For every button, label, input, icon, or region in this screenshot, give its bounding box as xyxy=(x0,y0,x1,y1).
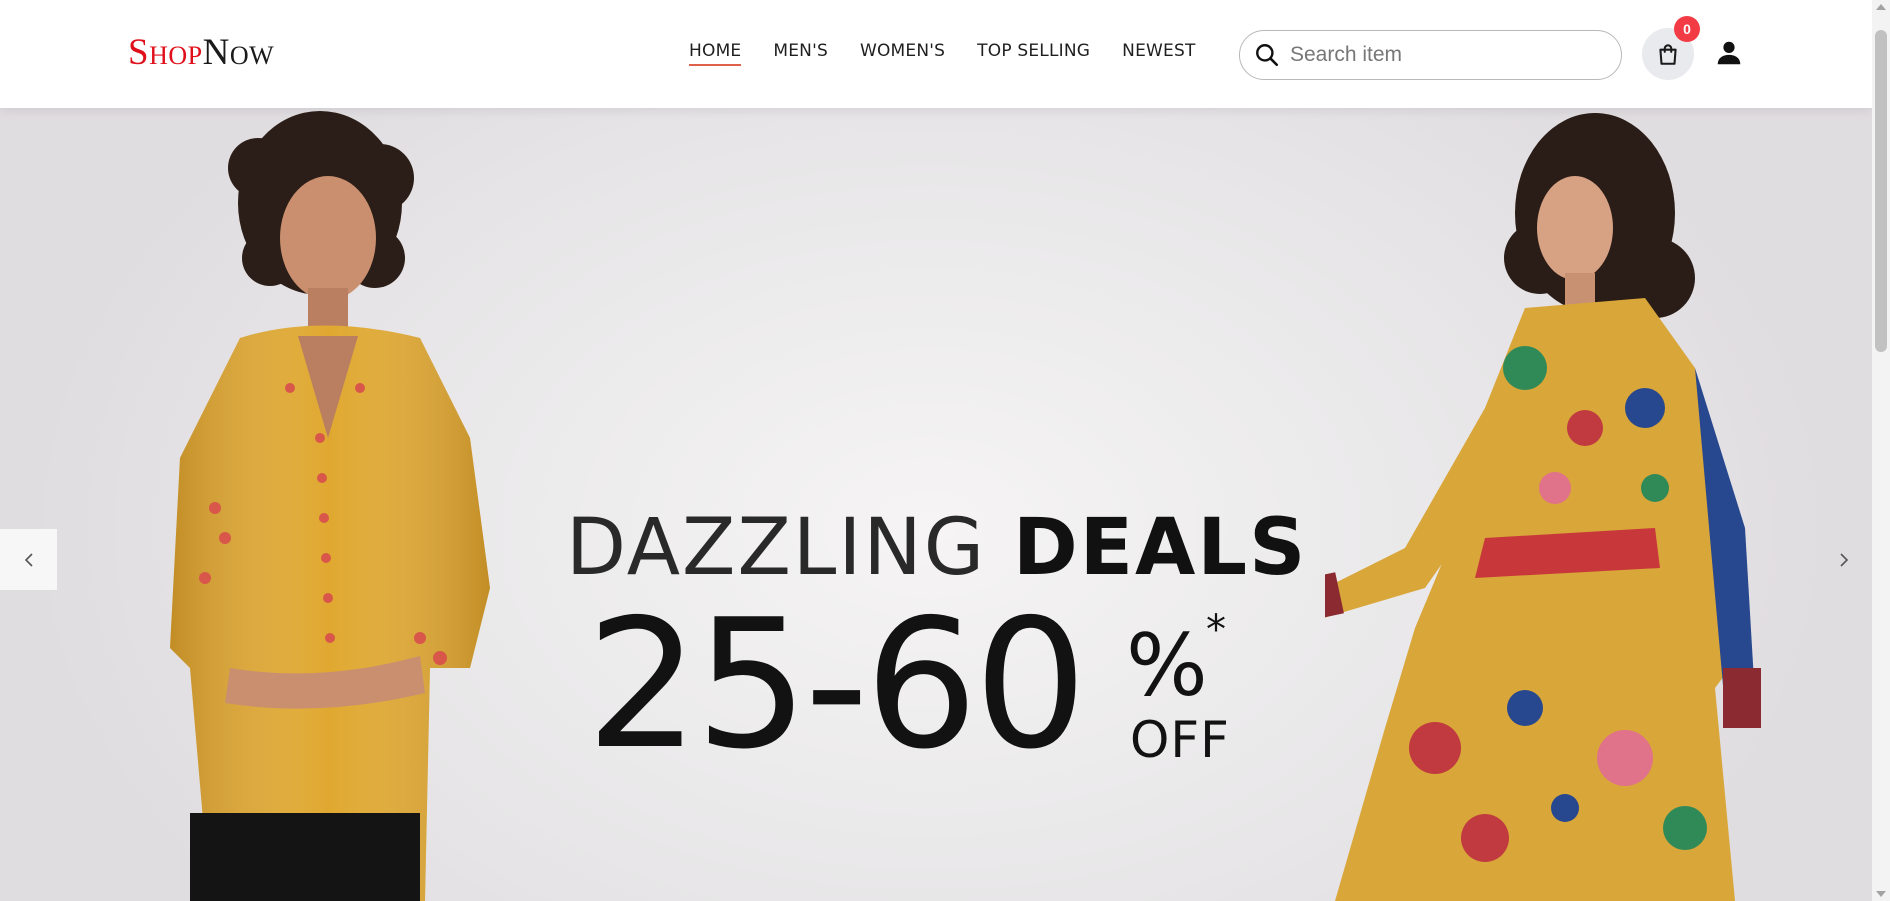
model-right-image xyxy=(1325,113,1761,901)
headline-light: DAZZLING xyxy=(566,503,987,593)
brand-logo-part-b: Now xyxy=(202,32,275,73)
shopping-bag-icon xyxy=(1659,44,1677,65)
nav-item-home[interactable]: HOME xyxy=(689,41,742,66)
brand-logo[interactable]: ShopNow xyxy=(128,30,274,76)
scroll-down-arrow-icon[interactable] xyxy=(1876,891,1886,897)
user-icon[interactable] xyxy=(1714,38,1744,68)
discount-off-label: OFF xyxy=(1130,711,1230,769)
search-icon xyxy=(1256,44,1279,67)
main-nav: HOME MEN'S WOMEN'S TOP SELLING NEWEST xyxy=(689,41,1228,66)
headline-title: DAZZLING DEALS xyxy=(566,503,1305,593)
search-box[interactable] xyxy=(1239,30,1622,80)
scroll-up-arrow-icon[interactable] xyxy=(1876,4,1886,10)
headline-bold: DEALS xyxy=(1012,503,1308,593)
nav-item-womens[interactable]: WOMEN'S xyxy=(860,41,945,65)
carousel-next-button[interactable] xyxy=(1815,529,1872,590)
scrollbar-thumb[interactable] xyxy=(1875,30,1887,352)
site-header: ShopNow HOME MEN'S WOMEN'S TOP SELLING N… xyxy=(0,0,1872,108)
chevron-left-icon xyxy=(24,552,33,567)
nav-item-top-selling[interactable]: TOP SELLING xyxy=(977,41,1090,65)
nav-item-mens[interactable]: MEN'S xyxy=(773,41,828,65)
discount-asterisk: * xyxy=(1206,607,1226,653)
cart-count-badge: 0 xyxy=(1674,16,1700,42)
carousel-prev-button[interactable] xyxy=(0,529,57,590)
nav-item-newest[interactable]: NEWEST xyxy=(1122,41,1195,65)
discount-percent-sign: % xyxy=(1126,616,1208,716)
chevron-right-icon xyxy=(1839,552,1848,567)
brand-logo-part-a: Shop xyxy=(128,32,203,73)
model-left-image xyxy=(170,111,490,901)
hero-headline: DAZZLING DEALS 25-60 % * OFF xyxy=(566,503,1305,775)
hero-banner: DAZZLING DEALS 25-60 % * OFF xyxy=(0,108,1872,901)
discount-range: 25-60 xyxy=(586,581,1087,788)
search-input[interactable] xyxy=(1290,43,1590,67)
page-scrollbar[interactable] xyxy=(1872,0,1890,901)
